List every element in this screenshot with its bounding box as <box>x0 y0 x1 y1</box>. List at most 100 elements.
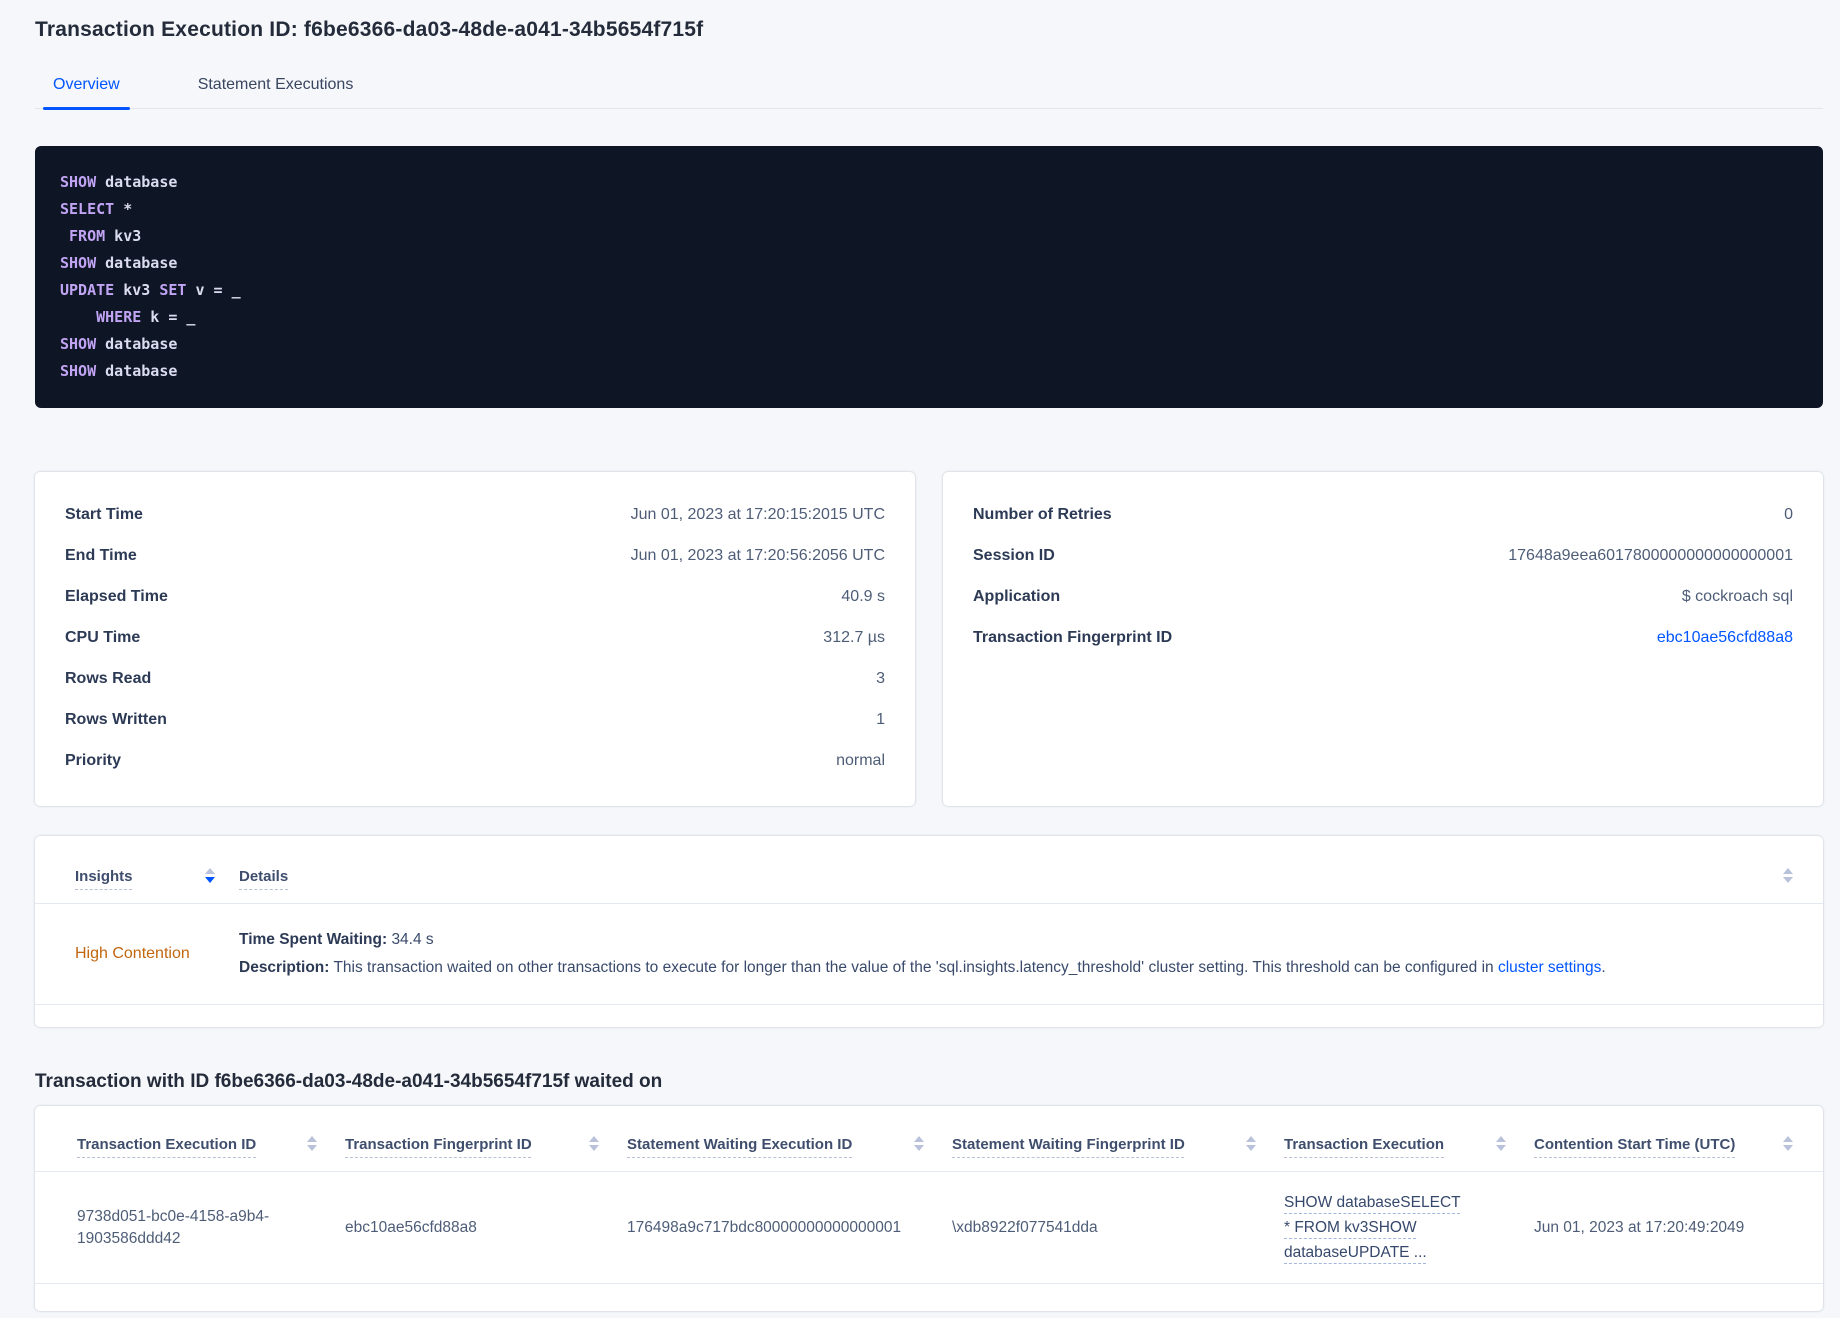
tab-statement-executions[interactable]: Statement Executions <box>188 76 364 108</box>
summary-label: Number of Retries <box>973 505 1112 523</box>
column-header-statement-waiting-fingerprint-id[interactable]: Statement Waiting Fingerprint ID <box>952 1136 1284 1153</box>
summary-label: Start Time <box>65 505 143 523</box>
column-header-transaction-execution-id[interactable]: Transaction Execution ID <box>65 1136 345 1153</box>
summary-label: End Time <box>65 546 137 564</box>
column-header-label: Statement Waiting Fingerprint ID <box>952 1136 1185 1153</box>
waited-on-table-row: 9738d051-bc0e-4158-a9b4-1903586ddd42 ebc1… <box>35 1172 1823 1284</box>
sql-keyword: SHOW <box>60 173 97 191</box>
summary-value: $ cockroach sql <box>1681 587 1793 605</box>
sql-keyword: SELECT <box>60 200 115 218</box>
sql-line: SHOW database <box>60 331 1798 358</box>
sql-line: SHOW database <box>60 169 1798 196</box>
summary-row: Rows Read 3 <box>65 658 885 699</box>
summary-row: Session ID 17648a9eea60178000000000000000… <box>973 535 1793 576</box>
column-header-contention-start-time[interactable]: Contention Start Time (UTC) <box>1534 1136 1793 1153</box>
summary-cards-row: Start Time Jun 01, 2023 at 17:20:15:2015 … <box>35 472 1823 806</box>
caret-up-icon <box>1783 1136 1793 1142</box>
summary-row: Priority normal <box>65 740 885 781</box>
column-header-label: Transaction Fingerprint ID <box>345 1136 532 1153</box>
summary-value: 3 <box>876 669 885 687</box>
caret-up-icon <box>589 1136 599 1142</box>
summary-label: Session ID <box>973 546 1055 564</box>
description-label: Description: <box>239 959 330 976</box>
description-suffix: . <box>1601 959 1606 976</box>
caret-down-icon <box>307 1145 317 1151</box>
summary-label: CPU Time <box>65 628 141 646</box>
sql-text: * <box>114 200 133 218</box>
cell-statement-waiting-fingerprint-id: \xdb8922f077541dda <box>952 1218 1098 1236</box>
summary-row: Application $ cockroach sql <box>973 576 1793 617</box>
summary-label: Rows Written <box>65 710 167 728</box>
summary-row: Start Time Jun 01, 2023 at 17:20:15:2015 … <box>65 494 885 535</box>
summary-value: Jun 01, 2023 at 17:20:56:2056 UTC <box>630 546 885 564</box>
sql-text: k = _ <box>141 308 196 326</box>
description-text: This transaction waited on other transac… <box>333 959 1498 976</box>
sort-icon <box>1783 1136 1793 1151</box>
sort-icon <box>1246 1136 1256 1151</box>
summary-label: Transaction Fingerprint ID <box>973 628 1173 646</box>
time-spent-waiting-line: Time Spent Waiting: 34.4 s <box>239 931 1793 949</box>
summary-row: Transaction Fingerprint ID ebc10ae56cfd88… <box>973 617 1793 658</box>
summary-label: Priority <box>65 751 122 769</box>
waited-on-table-header: Transaction Execution ID Transaction Fing… <box>35 1106 1823 1172</box>
caret-down-icon <box>589 1145 599 1151</box>
column-header-transaction-execution[interactable]: Transaction Execution <box>1284 1136 1534 1153</box>
sql-text: kv3 <box>105 227 142 245</box>
cell-transaction-execution-id: 9738d051-bc0e-4158-a9b4-1903586ddd42 <box>77 1207 270 1247</box>
summary-value: 17648a9eea6017800000000000000001 <box>1508 546 1793 564</box>
caret-up-icon <box>1783 868 1793 874</box>
summary-row: CPU Time 312.7 µs <box>65 617 885 658</box>
sql-text: database <box>96 254 178 272</box>
cluster-settings-link[interactable]: cluster settings <box>1498 959 1601 976</box>
caret-up-icon <box>205 868 215 874</box>
summary-row: Elapsed Time 40.9 s <box>65 576 885 617</box>
sql-text: v = _ <box>186 281 241 299</box>
column-header-transaction-fingerprint-id[interactable]: Transaction Fingerprint ID <box>345 1136 627 1153</box>
summary-card-times: Start Time Jun 01, 2023 at 17:20:15:2015 … <box>35 472 915 806</box>
details-column-header[interactable]: Details <box>239 868 288 885</box>
sql-keyword: SET <box>159 281 187 299</box>
summary-value: 0 <box>1784 505 1793 523</box>
column-header-label: Transaction Execution <box>1284 1136 1445 1153</box>
cell-statement-waiting-execution-id: 176498a9c717bdc80000000000000001 <box>627 1218 902 1236</box>
transaction-execution-link[interactable]: SHOW databaseSELECT * FROM kv3SHOW datab… <box>1284 1190 1534 1265</box>
sort-icon <box>589 1136 599 1151</box>
insight-details-cell: Time Spent Waiting: 34.4 s Description: … <box>239 931 1793 977</box>
summary-label: Rows Read <box>65 669 152 687</box>
summary-value: 40.9 s <box>841 587 885 605</box>
sql-text: database <box>96 335 178 353</box>
insights-column-header: Insights <box>75 868 133 885</box>
summary-card-session: Number of Retries 0 Session ID 17648a9eea60… <box>943 472 1823 806</box>
transaction-fingerprint-id-link[interactable]: ebc10ae56cfd88a8 <box>1657 629 1793 647</box>
insights-column-header-cell[interactable]: Insights <box>65 868 215 885</box>
summary-label: Application <box>973 587 1061 605</box>
sql-keyword: FROM <box>69 227 106 245</box>
sort-icon <box>1783 868 1793 883</box>
tab-overview[interactable]: Overview <box>43 76 130 110</box>
column-header-label: Statement Waiting Execution ID <box>627 1136 853 1153</box>
column-header-label: Contention Start Time (UTC) <box>1534 1136 1736 1153</box>
column-header-statement-waiting-execution-id[interactable]: Statement Waiting Execution ID <box>627 1136 952 1153</box>
sql-keyword: UPDATE <box>60 281 115 299</box>
summary-label: Elapsed Time <box>65 587 168 605</box>
caret-up-icon <box>1496 1136 1506 1142</box>
caret-down-icon <box>205 877 215 883</box>
waited-on-heading: Transaction with ID f6be6366-da03-48de-a… <box>35 1071 663 1092</box>
sort-icon <box>307 1136 317 1151</box>
sql-line: SELECT * <box>60 196 1798 223</box>
caret-down-icon <box>1246 1145 1256 1151</box>
waited-on-table: Transaction Execution ID Transaction Fing… <box>35 1106 1823 1311</box>
sql-keyword: SHOW <box>60 254 97 272</box>
summary-value: normal <box>836 751 885 769</box>
caret-down-icon <box>1783 877 1793 883</box>
summary-value: 312.7 µs <box>823 628 885 646</box>
sql-line: WHERE k = _ <box>60 304 1798 331</box>
caret-down-icon <box>1496 1145 1506 1151</box>
summary-row: Number of Retries 0 <box>973 494 1793 535</box>
sql-line: SHOW database <box>60 358 1798 385</box>
caret-up-icon <box>307 1136 317 1142</box>
sql-line: SHOW database <box>60 250 1798 277</box>
insight-row: High Contention Time Spent Waiting: 34.4… <box>35 904 1823 1005</box>
